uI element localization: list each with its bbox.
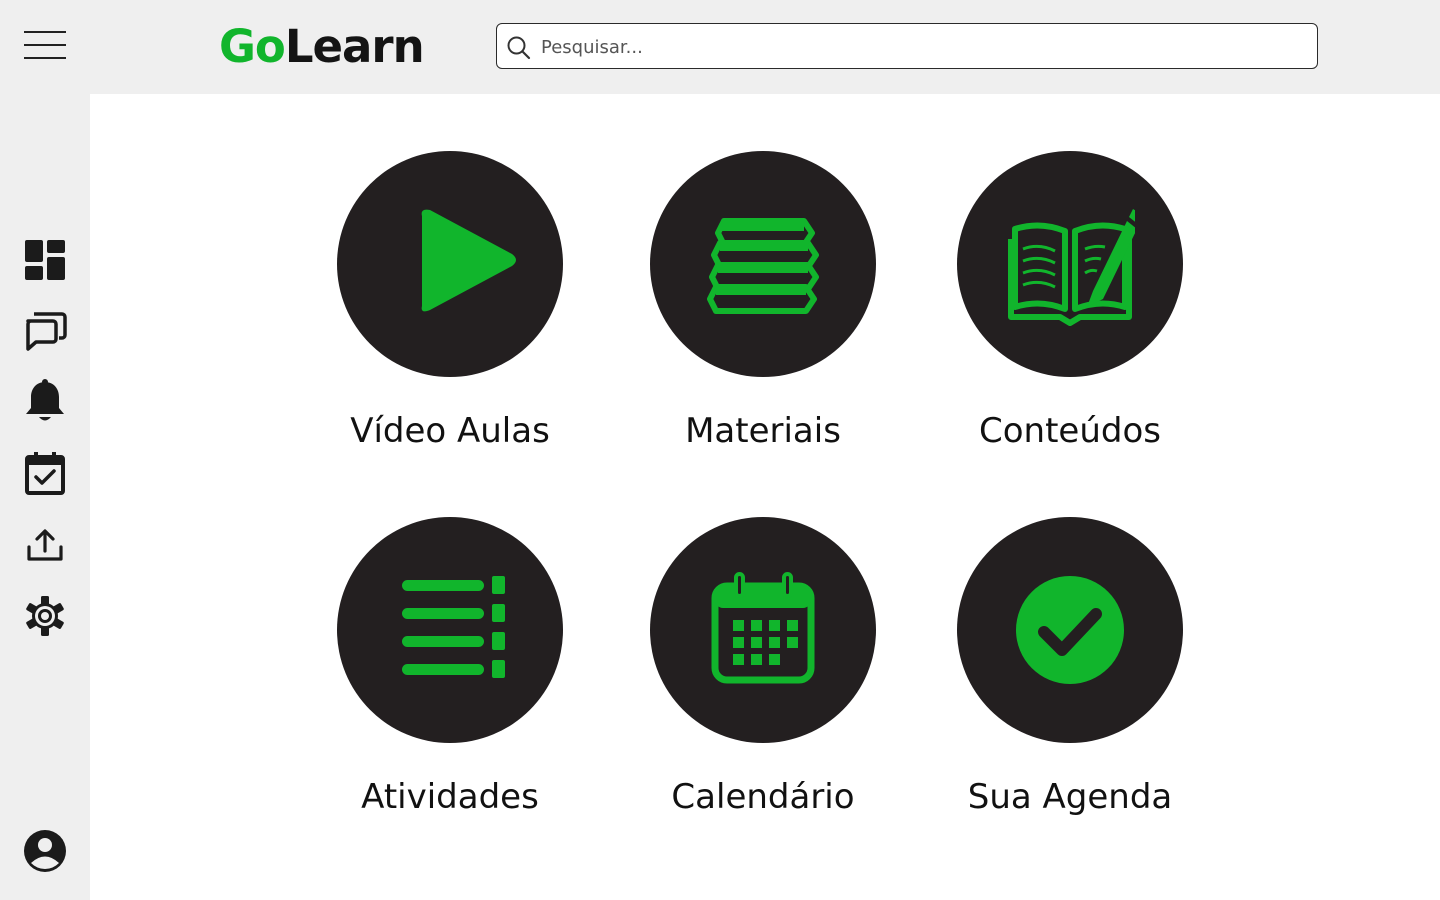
gear-icon bbox=[26, 596, 64, 636]
sidebar-item-settings[interactable] bbox=[21, 592, 69, 640]
hamburger-menu-icon[interactable] bbox=[22, 28, 68, 62]
app-logo[interactable]: GoLearn bbox=[219, 20, 425, 74]
tile-circle bbox=[650, 151, 876, 377]
logo-learn: Learn bbox=[284, 20, 425, 73]
tile-video-aulas[interactable]: Vídeo Aulas bbox=[330, 151, 570, 451]
tile-circle bbox=[337, 151, 563, 377]
dashboard-icon bbox=[25, 240, 65, 280]
tile-label: Vídeo Aulas bbox=[350, 411, 550, 451]
tile-circle bbox=[337, 517, 563, 743]
tile-materiais[interactable]: Materiais bbox=[643, 151, 883, 451]
calendar-check-icon bbox=[25, 452, 65, 495]
main-content: Vídeo Aulas Materiais Conteúdos Atividad… bbox=[90, 94, 1440, 900]
tile-conteudos[interactable]: Conteúdos bbox=[950, 151, 1190, 451]
tile-label: Materiais bbox=[685, 411, 841, 451]
tile-circle bbox=[957, 151, 1183, 377]
sidebar-item-chat[interactable] bbox=[21, 306, 69, 354]
tile-label: Atividades bbox=[361, 777, 539, 817]
tile-circle bbox=[957, 517, 1183, 743]
list-icon bbox=[402, 576, 505, 678]
tile-sua-agenda[interactable]: Sua Agenda bbox=[950, 517, 1190, 817]
tile-atividades[interactable]: Atividades bbox=[330, 517, 570, 817]
sidebar bbox=[0, 94, 90, 900]
top-bar: GoLearn bbox=[0, 0, 1440, 94]
search-input[interactable] bbox=[539, 32, 1303, 62]
sidebar-item-dashboard[interactable] bbox=[21, 236, 69, 284]
profile-button[interactable] bbox=[21, 827, 69, 875]
search-icon bbox=[507, 36, 531, 60]
tile-label: Calendário bbox=[671, 777, 855, 817]
check-circle-icon bbox=[1016, 576, 1124, 684]
tile-label: Sua Agenda bbox=[967, 777, 1173, 817]
tile-circle bbox=[650, 517, 876, 743]
bell-icon bbox=[26, 379, 64, 421]
books-icon bbox=[707, 218, 819, 314]
open-book-pencil-icon bbox=[1008, 209, 1135, 326]
calendar-icon bbox=[711, 572, 815, 684]
tile-calendario[interactable]: Calendário bbox=[643, 517, 883, 817]
tile-label: Conteúdos bbox=[979, 411, 1161, 451]
chat-icon bbox=[26, 312, 67, 351]
logo-go: Go bbox=[219, 20, 286, 73]
upload-icon bbox=[27, 529, 63, 561]
user-avatar-icon bbox=[24, 830, 66, 872]
sidebar-item-tasks[interactable] bbox=[21, 449, 69, 497]
play-icon bbox=[421, 209, 516, 312]
search-bar[interactable] bbox=[496, 23, 1318, 69]
sidebar-item-notifications[interactable] bbox=[21, 377, 69, 425]
sidebar-item-upload[interactable] bbox=[21, 521, 69, 569]
